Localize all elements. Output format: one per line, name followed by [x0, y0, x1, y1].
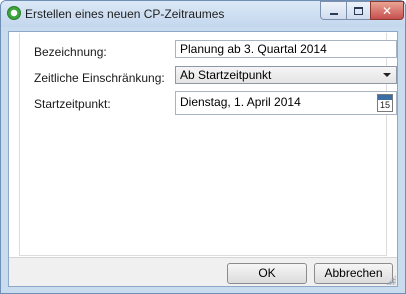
restriction-value: Ab Startzeitpunkt: [180, 68, 272, 82]
title-bar[interactable]: Erstellen eines neuen CP-Zeitraumes ✕: [1, 1, 405, 27]
start-label: Startzeitpunkt:: [34, 97, 111, 111]
chevron-down-icon[interactable]: [383, 73, 391, 77]
maximize-icon: [354, 6, 363, 15]
name-input[interactable]: Planung ab 3. Quartal 2014: [175, 40, 397, 58]
restriction-dropdown[interactable]: Ab Startzeitpunkt: [175, 66, 397, 84]
minimize-icon: [329, 12, 338, 15]
dialog-client-area: Bezeichnung: Planung ab 3. Quartal 2014 …: [8, 31, 398, 287]
start-date-value: Dienstag, 1. April 2014: [180, 95, 301, 109]
start-date-picker[interactable]: Dienstag, 1. April 2014 15: [175, 91, 397, 115]
calendar-icon[interactable]: 15: [377, 94, 393, 112]
app-logo-icon: [7, 6, 21, 20]
button-bar: OK Abbrechen: [9, 257, 397, 286]
calendar-icon-day: 15: [379, 100, 390, 110]
close-button[interactable]: ✕: [370, 1, 404, 20]
ok-button[interactable]: OK: [227, 263, 307, 284]
close-icon: ✕: [381, 3, 393, 18]
restriction-label: Zeitliche Einschränkung:: [34, 71, 165, 85]
window-title: Erstellen eines neuen CP-Zeitraumes: [25, 7, 225, 21]
form-panel: Bezeichnung: Planung ab 3. Quartal 2014 …: [19, 33, 397, 256]
dialog-window: Erstellen eines neuen CP-Zeitraumes ✕ Be…: [0, 0, 406, 294]
minimize-button[interactable]: [320, 1, 346, 20]
name-label: Bezeichnung:: [34, 45, 107, 59]
maximize-button[interactable]: [346, 1, 370, 20]
cancel-button[interactable]: Abbrechen: [314, 263, 393, 284]
